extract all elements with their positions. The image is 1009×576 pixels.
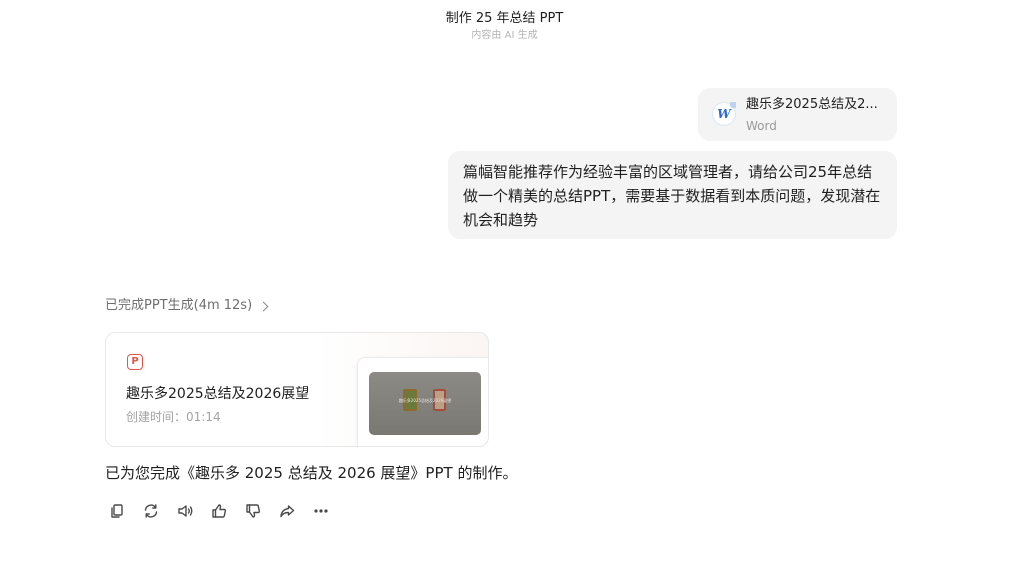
word-icon: W (712, 102, 736, 126)
ppt-file-icon: P (127, 354, 143, 370)
read-aloud-button[interactable] (175, 501, 195, 521)
refresh-icon (144, 504, 158, 518)
more-icon (314, 509, 328, 513)
attachment-name: 趣乐多2025总结及2... (746, 97, 878, 112)
attachment-type: Word (746, 119, 777, 133)
thumbs-up-icon (212, 504, 227, 518)
process-status-label: 已完成PPT生成(4m 12s) (105, 298, 253, 313)
share-button[interactable] (277, 501, 297, 521)
ppt-thumbnail: 趣乐多2025总结及2026展望 (369, 372, 481, 435)
copy-button[interactable] (107, 501, 127, 521)
thumbnail-title: 趣乐多2025总结及2026展望 (398, 398, 452, 403)
process-status-toggle[interactable]: 已完成PPT生成(4m 12s) (105, 296, 269, 316)
dislike-button[interactable] (243, 501, 263, 521)
assistant-reply: 已为您完成《趣乐多 2025 总结及 2026 展望》PPT 的制作。 (105, 464, 518, 482)
ppt-result-card[interactable]: P 趣乐多2025总结及2026展望 创建时间：01:14 趣乐多2025总结及… (105, 332, 489, 447)
speaker-icon (178, 505, 193, 517)
more-button[interactable] (311, 501, 331, 521)
thumbs-down-icon (246, 504, 261, 518)
attachment-card[interactable]: W 趣乐多2025总结及2... Word (698, 88, 897, 141)
like-button[interactable] (209, 501, 229, 521)
ppt-thumbnail-frame: 趣乐多2025总结及2026展望 (357, 357, 488, 446)
chevron-right-icon (258, 301, 269, 311)
copy-icon (111, 504, 123, 518)
message-action-bar (107, 501, 345, 521)
ppt-title: 趣乐多2025总结及2026展望 (126, 386, 310, 402)
conversation-title[interactable]: 制作 25 年总结 PPT (0, 9, 1009, 29)
user-message: 篇幅智能推荐作为经验丰富的区域管理者，请给公司25年总结做一个精美的总结PPT，… (448, 151, 897, 239)
chat-page: 制作 25 年总结 PPT 内容由 AI 生成 W 趣乐多2025总结及2...… (0, 0, 1009, 576)
user-message-text: 篇幅智能推荐作为经验丰富的区域管理者，请给公司25年总结做一个精美的总结PPT，… (463, 163, 881, 229)
ai-disclaimer: 内容由 AI 生成 (471, 30, 538, 41)
conversation-header: 制作 25 年总结 PPT 内容由 AI 生成 (0, 9, 1009, 43)
share-icon (280, 505, 295, 518)
regenerate-button[interactable] (141, 501, 161, 521)
ppt-created-time: 创建时间：01:14 (126, 410, 221, 424)
